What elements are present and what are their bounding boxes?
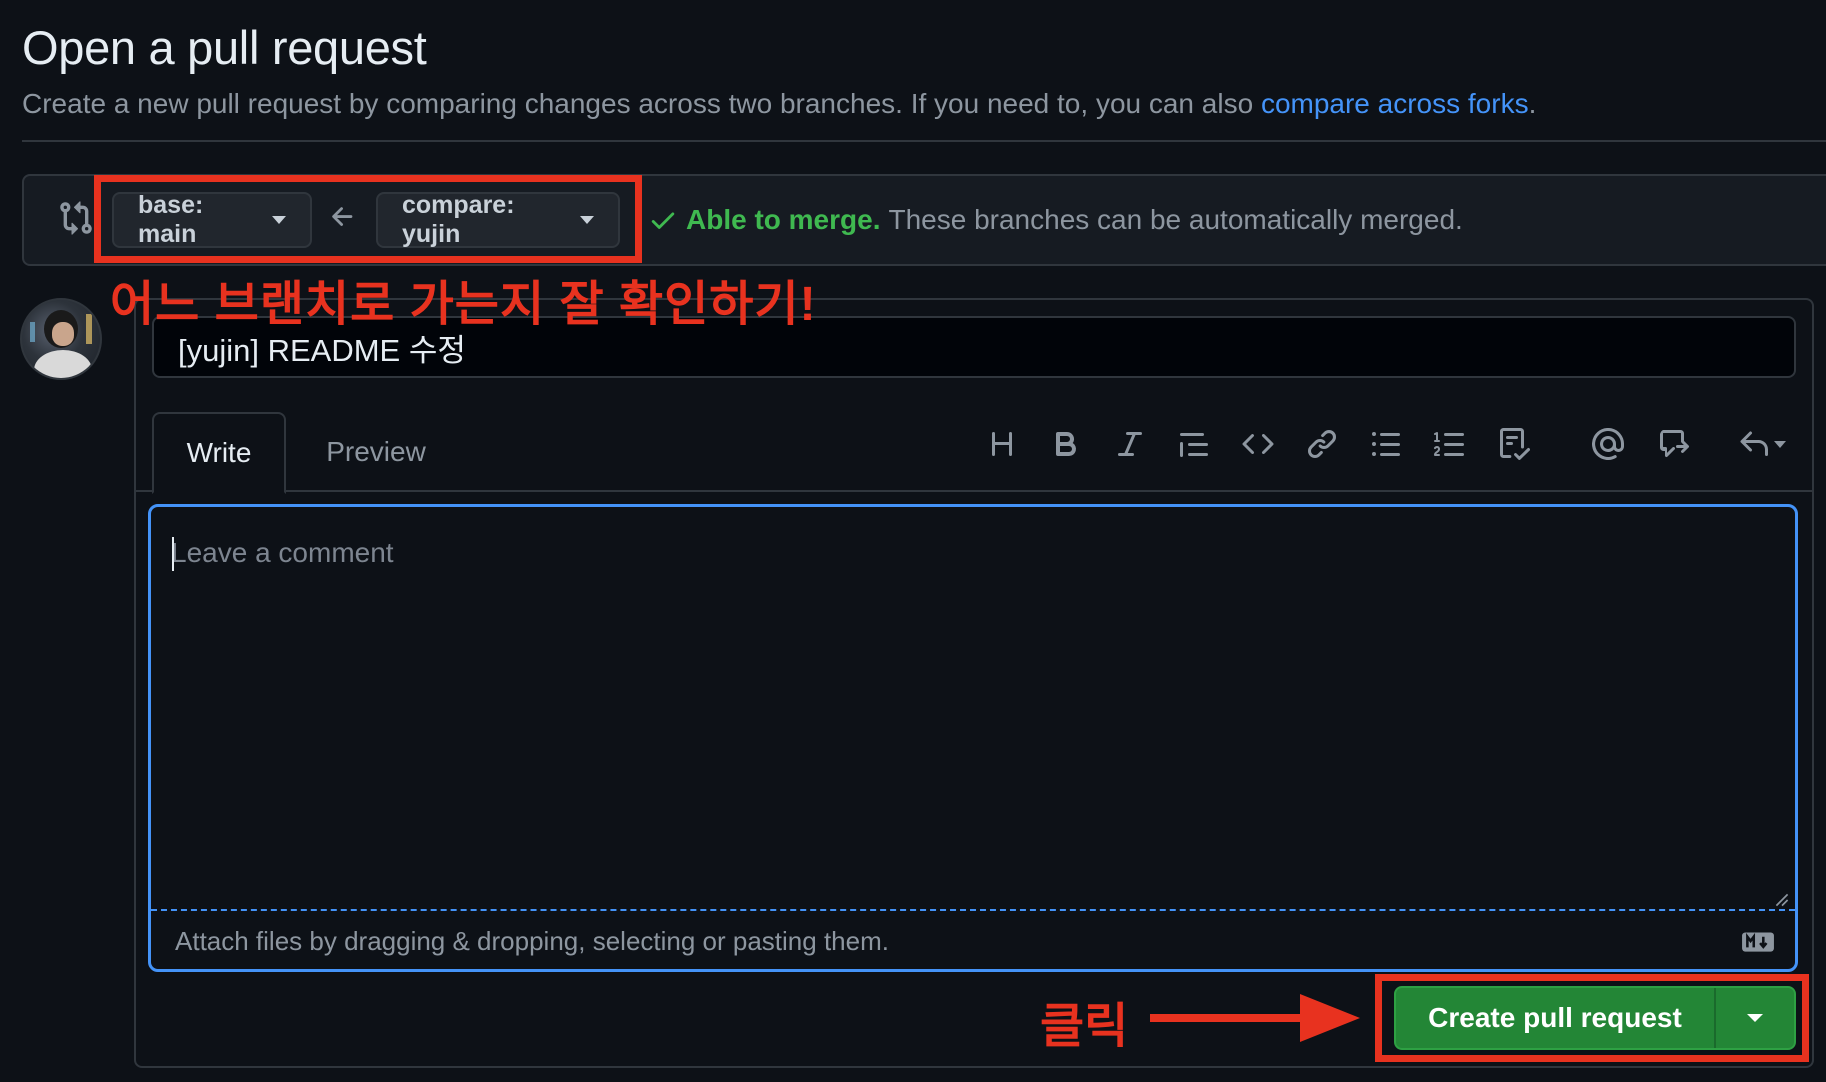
unordered-list-icon[interactable] bbox=[1366, 424, 1406, 464]
bold-icon[interactable] bbox=[1046, 424, 1086, 464]
page-title: Open a pull request bbox=[22, 21, 427, 74]
avatar[interactable] bbox=[20, 298, 102, 380]
header-divider bbox=[22, 140, 1826, 142]
task-list-icon[interactable] bbox=[1494, 424, 1534, 464]
comment-editor: Attach files by dragging & dropping, sel… bbox=[148, 504, 1798, 972]
heading-icon[interactable] bbox=[982, 424, 1022, 464]
text-cursor bbox=[172, 537, 174, 571]
check-icon bbox=[651, 212, 675, 229]
attach-files-bar[interactable]: Attach files by dragging & dropping, sel… bbox=[151, 909, 1795, 971]
subtitle-text: Create a new pull request by comparing c… bbox=[22, 88, 1261, 119]
pull-request-page: Open a pull request Create a new pull re… bbox=[0, 0, 1826, 1082]
page-subtitle: Create a new pull request by comparing c… bbox=[22, 88, 1536, 120]
editor-tabs: Write Preview bbox=[136, 412, 1812, 494]
merge-description: These branches can be automatically merg… bbox=[888, 204, 1463, 235]
saved-replies-icon[interactable] bbox=[1732, 424, 1792, 464]
attach-files-text: Attach files by dragging & dropping, sel… bbox=[175, 925, 889, 956]
tab-preview[interactable]: Preview bbox=[296, 412, 456, 492]
link-icon[interactable] bbox=[1302, 424, 1342, 464]
git-compare-icon bbox=[60, 201, 92, 235]
compare-across-forks-link[interactable]: compare across forks bbox=[1261, 88, 1529, 119]
resize-handle-icon[interactable] bbox=[1775, 893, 1789, 907]
create-highlight-box bbox=[1375, 974, 1809, 1062]
subtitle-suffix: . bbox=[1528, 88, 1537, 119]
markdown-icon[interactable] bbox=[1741, 931, 1775, 953]
ordered-list-icon[interactable] bbox=[1430, 424, 1470, 464]
branch-highlight-box bbox=[94, 175, 642, 263]
italic-icon[interactable] bbox=[1110, 424, 1150, 464]
arrow-right-icon bbox=[1150, 994, 1360, 1042]
click-annotation-text: 클릭 bbox=[1040, 1000, 1129, 1053]
merge-status: Able to merge. These branches can be aut… bbox=[648, 204, 1463, 236]
branch-annotation-text: 어느 브랜치로 가는지 잘 확인하기! bbox=[110, 278, 817, 331]
chevron-down-icon bbox=[1774, 440, 1786, 448]
mention-icon[interactable] bbox=[1588, 424, 1628, 464]
tab-write[interactable]: Write bbox=[152, 412, 286, 494]
comment-textarea[interactable] bbox=[151, 507, 1795, 907]
merge-ok-text: Able to merge. bbox=[686, 204, 881, 235]
code-icon[interactable] bbox=[1238, 424, 1278, 464]
quote-icon[interactable] bbox=[1174, 424, 1214, 464]
cross-reference-icon[interactable] bbox=[1654, 424, 1694, 464]
